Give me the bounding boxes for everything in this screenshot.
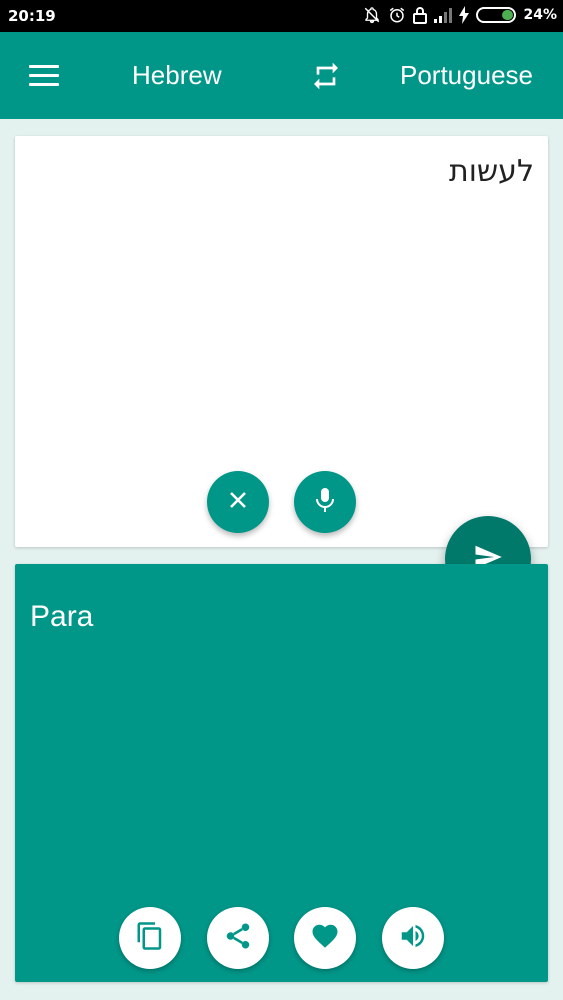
output-text: Para xyxy=(30,600,94,633)
microphone-button[interactable] xyxy=(294,471,356,533)
status-bar: 20:19 24% xyxy=(0,0,563,32)
copy-button[interactable] xyxy=(119,907,181,969)
signal-icon xyxy=(434,7,453,23)
clear-icon xyxy=(226,488,250,517)
battery-percent: 24% xyxy=(523,7,557,23)
copy-icon xyxy=(135,920,165,957)
speaker-icon xyxy=(398,921,428,956)
clear-button[interactable] xyxy=(207,471,269,533)
battery-icon xyxy=(476,7,517,23)
share-icon xyxy=(223,921,253,956)
alarm-icon xyxy=(388,6,406,24)
lock-icon xyxy=(413,6,428,24)
speak-button[interactable] xyxy=(382,907,444,969)
charging-icon xyxy=(459,6,470,24)
target-language-button[interactable]: Portuguese xyxy=(400,60,533,91)
favorite-icon xyxy=(310,921,340,956)
app-bar: Hebrew Portuguese xyxy=(0,32,563,119)
input-card[interactable]: לעשות xyxy=(15,136,548,547)
status-icons: 24% xyxy=(363,6,557,24)
swap-languages-icon[interactable] xyxy=(310,60,342,97)
status-time: 20:19 xyxy=(8,7,56,25)
notifications-off-icon xyxy=(363,6,381,24)
input-text[interactable]: לעשות xyxy=(449,154,534,189)
microphone-icon xyxy=(313,486,337,519)
share-button[interactable] xyxy=(207,907,269,969)
source-language-button[interactable]: Hebrew xyxy=(132,60,222,91)
output-card: Para xyxy=(15,564,548,982)
menu-icon[interactable] xyxy=(29,65,59,87)
favorite-button[interactable] xyxy=(294,907,356,969)
